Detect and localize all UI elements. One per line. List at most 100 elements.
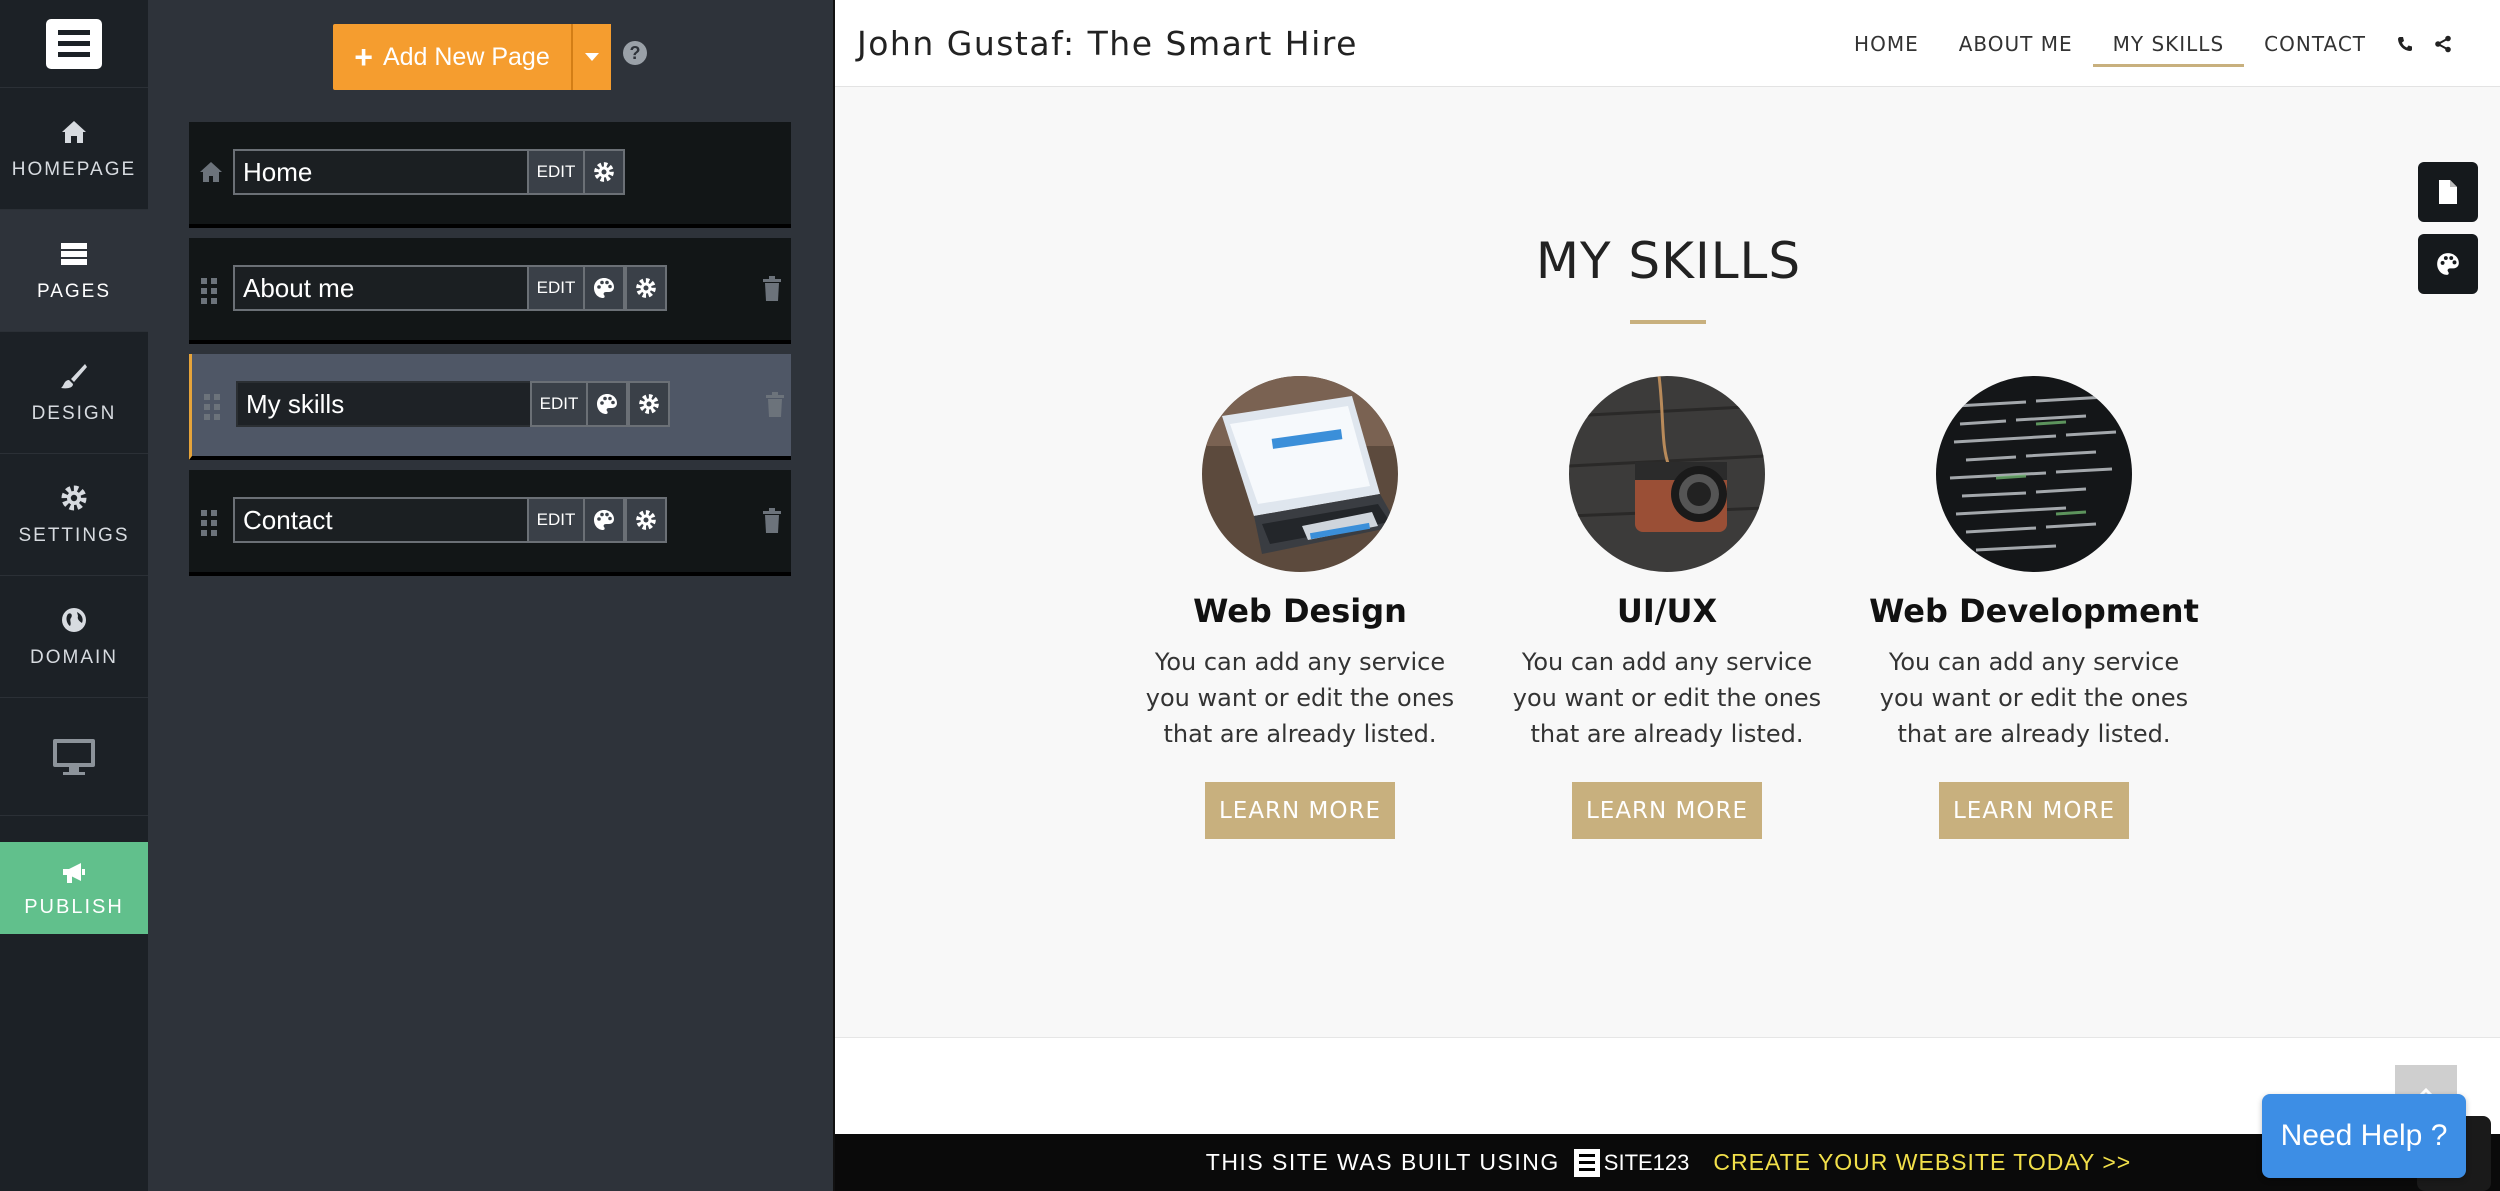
gear-icon: [636, 510, 656, 530]
logo-icon: [46, 18, 102, 69]
site-header: John Gustaf: The Smart Hire HOME ABOUT M…: [835, 0, 2500, 87]
page-settings-button[interactable]: [628, 381, 670, 427]
page-tool-button[interactable]: [2418, 162, 2478, 222]
edit-page-button[interactable]: EDIT: [530, 381, 588, 427]
trash-icon[interactable]: [764, 392, 786, 418]
site123-brand-text: SITE123: [1603, 1149, 1690, 1175]
nav-design-label: DESIGN: [31, 402, 117, 424]
skill-card-web-development: Web Development You can add any service …: [1869, 376, 2199, 839]
skill-card-ui-ux: UI/UX You can add any service you want o…: [1502, 376, 1832, 839]
nav-settings[interactable]: SETTINGS: [0, 454, 148, 576]
code-image: [1936, 376, 2132, 572]
trash-icon[interactable]: [761, 276, 783, 302]
card-description: You can add any service you want or edit…: [1145, 648, 1455, 748]
desktop-view-toggle[interactable]: [0, 698, 148, 816]
menu-about-me[interactable]: ABOUT ME: [1939, 0, 2093, 87]
globe-icon: [59, 605, 89, 635]
menu-my-skills[interactable]: MY SKILLS: [2092, 0, 2245, 87]
site123-footer-bar: THIS SITE WAS BUILT USING SITE123 CREATE…: [835, 1134, 2500, 1191]
edit-page-button[interactable]: EDIT: [527, 265, 585, 311]
card-title: Web Development: [1869, 592, 2199, 630]
page-design-button[interactable]: [583, 265, 625, 311]
page-name-input[interactable]: About me: [233, 265, 529, 311]
page-settings-button[interactable]: [583, 149, 625, 195]
site-title[interactable]: John Gustaf: The Smart Hire: [857, 24, 1358, 63]
home-icon: [59, 117, 89, 147]
gear-icon: [59, 483, 89, 513]
nav-domain-label: DOMAIN: [30, 646, 118, 668]
drag-handle-icon[interactable]: [204, 394, 224, 420]
menu-contact[interactable]: CONTACT: [2244, 0, 2386, 87]
add-new-page-button[interactable]: + Add New Page: [333, 24, 571, 90]
drag-handle-icon[interactable]: [201, 510, 221, 536]
page-settings-button[interactable]: [625, 265, 667, 311]
home-icon: [200, 162, 222, 182]
nav-domain[interactable]: DOMAIN: [0, 576, 148, 698]
publish-button[interactable]: PUBLISH: [0, 842, 148, 934]
create-website-link[interactable]: CREATE YOUR WEBSITE TODAY >>: [1713, 1149, 2131, 1176]
camera-image: [1569, 376, 1765, 572]
add-page-group: + Add New Page ?: [333, 24, 647, 90]
site123-brand: SITE123: [1573, 1148, 1690, 1177]
add-page-dropdown-button[interactable]: [571, 24, 611, 90]
page-row-about-me: About me EDIT: [189, 238, 791, 344]
gear-icon: [594, 162, 614, 182]
nav-homepage[interactable]: HOMEPAGE: [0, 88, 148, 210]
phone-icon[interactable]: [2386, 0, 2424, 87]
desktop-icon: [53, 738, 95, 775]
learn-more-button[interactable]: LEARN MORE: [1205, 782, 1395, 839]
plus-icon: +: [354, 39, 373, 75]
left-nav: HOMEPAGE PAGES DESIGN SETTINGS DOMAIN PU…: [0, 0, 148, 1191]
nav-pages[interactable]: PAGES: [0, 210, 148, 332]
palette-icon: [597, 394, 617, 414]
page-name-input[interactable]: Contact: [233, 497, 529, 543]
page-row-home: Home EDIT: [189, 122, 791, 228]
laptop-image: [1202, 376, 1398, 572]
page-row-contact: Contact EDIT: [189, 470, 791, 576]
section-title: MY SKILLS: [1535, 232, 1802, 290]
menu-home[interactable]: HOME: [1834, 0, 1939, 87]
page-row-my-skills: My skills EDIT: [189, 354, 791, 460]
site123-logo[interactable]: [0, 0, 148, 88]
card-title: UI/UX: [1616, 592, 1718, 630]
nav-settings-label: SETTINGS: [18, 524, 130, 546]
edit-page-button[interactable]: EDIT: [527, 149, 585, 195]
card-description: You can add any service you want or edit…: [1879, 648, 2189, 748]
page-name-input[interactable]: Home: [233, 149, 529, 195]
next-section: [835, 1038, 2500, 1134]
drag-handle-icon[interactable]: [201, 278, 221, 304]
file-icon: [2439, 180, 2457, 204]
nav-pages-label: PAGES: [36, 280, 112, 302]
title-underline: [1630, 320, 1706, 324]
palette-icon: [594, 510, 614, 530]
palette-icon: [594, 278, 614, 298]
gear-icon: [639, 394, 659, 414]
nav-homepage-label: HOMEPAGE: [11, 158, 137, 180]
publish-label: PUBLISH: [24, 895, 124, 918]
caret-down-icon: [585, 53, 599, 61]
page-settings-button[interactable]: [625, 497, 667, 543]
help-question-icon[interactable]: ?: [623, 41, 647, 65]
share-icon[interactable]: [2424, 0, 2462, 87]
learn-more-button[interactable]: LEARN MORE: [1939, 782, 2129, 839]
pages-icon: [59, 239, 89, 269]
edit-page-button[interactable]: EDIT: [527, 497, 585, 543]
site-menu: HOME ABOUT ME MY SKILLS CONTACT: [1834, 0, 2462, 87]
site123-logo-icon: [1573, 1148, 1600, 1177]
brush-icon: [59, 361, 89, 391]
page-design-button[interactable]: [583, 497, 625, 543]
card-description: You can add any service you want or edit…: [1512, 648, 1822, 748]
need-help-button[interactable]: Need Help ?: [2262, 1094, 2466, 1178]
pages-panel: + Add New Page ? Home EDIT About me EDIT…: [148, 0, 977, 1191]
add-new-page-label: Add New Page: [382, 42, 550, 71]
page-name-input[interactable]: My skills: [236, 381, 532, 427]
trash-icon[interactable]: [761, 508, 783, 534]
site-preview: John Gustaf: The Smart Hire HOME ABOUT M…: [833, 0, 2500, 1191]
skill-card-web-design: Web Design You can add any service you w…: [1135, 376, 1465, 839]
page-design-button[interactable]: [586, 381, 628, 427]
built-with-text: THIS SITE WAS BUILT USING: [1205, 1149, 1560, 1175]
gear-icon: [636, 278, 656, 298]
nav-design[interactable]: DESIGN: [0, 332, 148, 454]
card-title: Web Design: [1193, 592, 1407, 630]
learn-more-button[interactable]: LEARN MORE: [1572, 782, 1762, 839]
